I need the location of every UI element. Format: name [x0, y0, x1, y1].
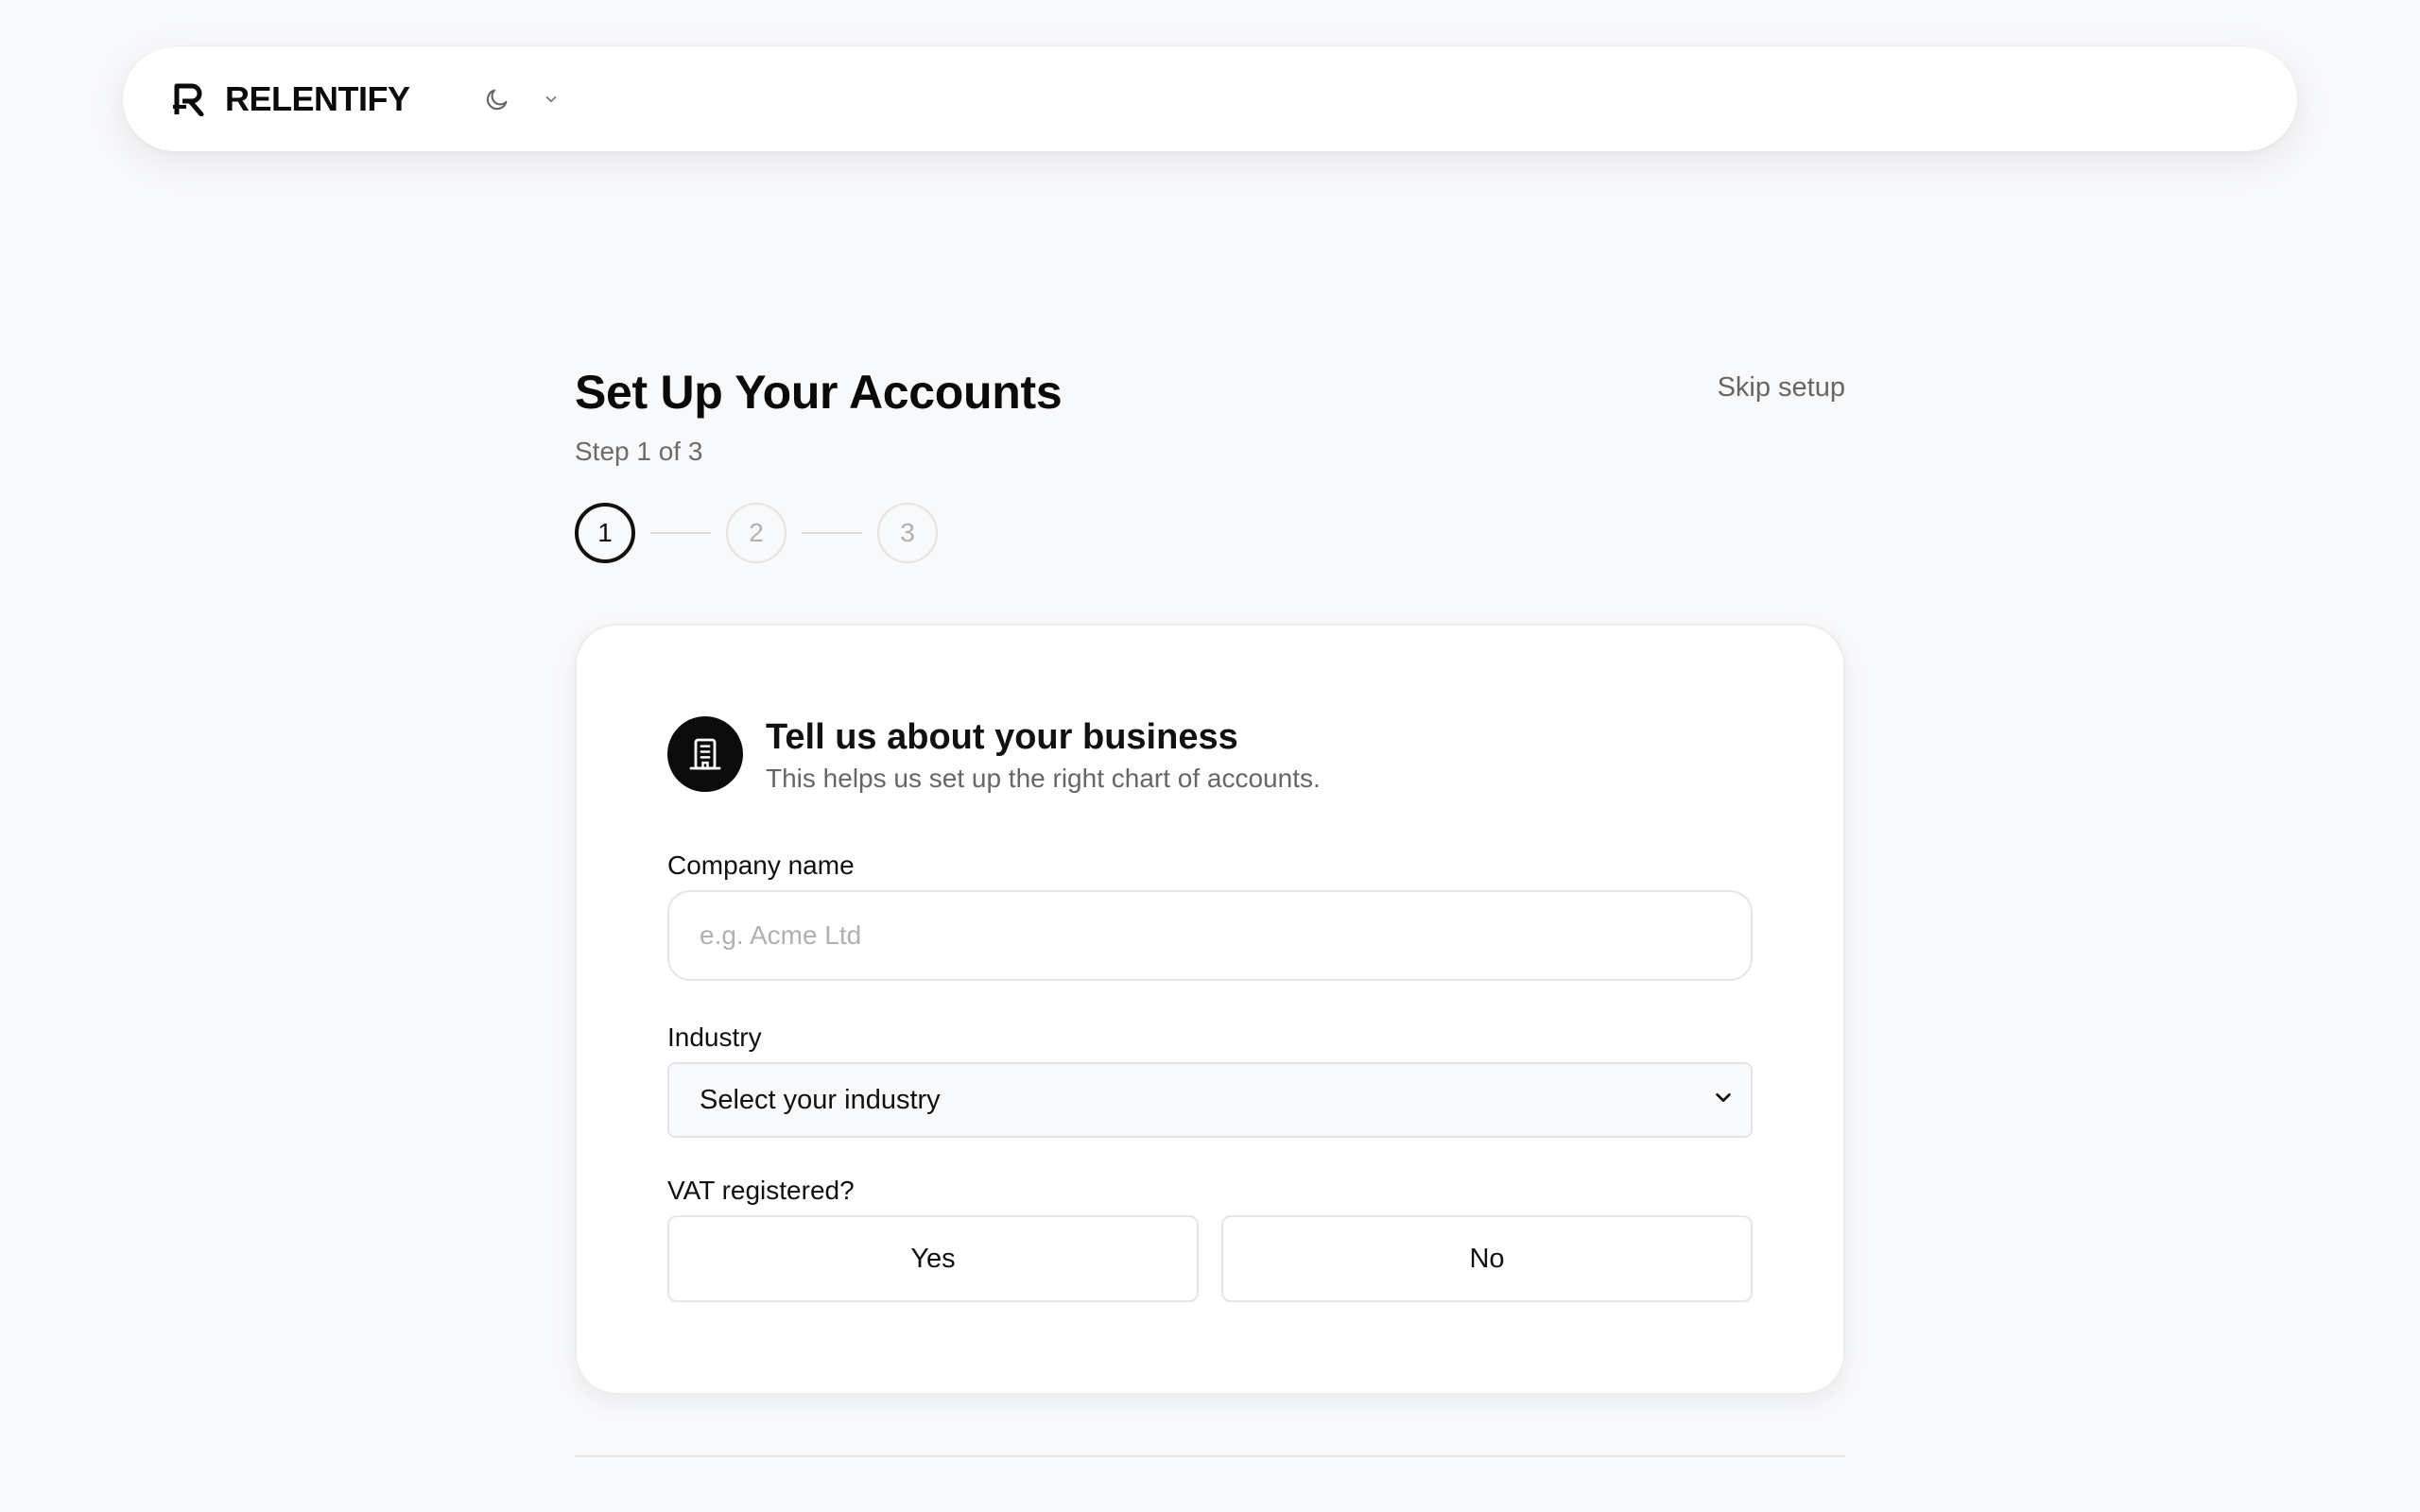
card-header: Tell us about your business This helps u…: [667, 716, 1753, 794]
vat-field: VAT registered? Yes No: [667, 1176, 1753, 1302]
industry-field: Industry Select your industry: [667, 1022, 1753, 1138]
vat-yes-button[interactable]: Yes: [667, 1215, 1199, 1302]
company-name-input[interactable]: [667, 890, 1753, 981]
top-navbar: RELENTIFY: [123, 47, 2297, 151]
stepper: 1 2 3: [575, 503, 1845, 563]
footer-divider: [575, 1455, 1845, 1457]
brand[interactable]: RELENTIFY: [172, 79, 410, 119]
industry-select[interactable]: Select your industry: [667, 1062, 1753, 1138]
company-name-label: Company name: [667, 850, 855, 880]
chevron-down-icon: [543, 91, 560, 108]
card-subtitle: This helps us set up the right chart of …: [766, 764, 1321, 793]
step-1: 1: [575, 503, 635, 563]
vat-label: VAT registered?: [667, 1176, 855, 1205]
step-indicator-text: Step 1 of 3: [575, 437, 703, 466]
step-3: 3: [877, 503, 938, 563]
relentify-logo-icon: [172, 81, 208, 117]
theme-toggle-button[interactable]: [484, 86, 560, 112]
industry-label: Industry: [667, 1022, 762, 1052]
moon-icon: [484, 86, 510, 112]
step-2: 2: [726, 503, 786, 563]
page-title: Set Up Your Accounts: [575, 366, 1063, 419]
vat-no-button[interactable]: No: [1221, 1215, 1753, 1302]
industry-select-value: Select your industry: [700, 1084, 941, 1115]
skip-setup-link[interactable]: Skip setup: [1718, 372, 1845, 404]
page-header: Set Up Your Accounts Step 1 of 3 Skip se…: [575, 359, 1845, 482]
card-title: Tell us about your business: [766, 717, 1238, 757]
brand-name: RELENTIFY: [225, 79, 410, 118]
step-connector: [650, 532, 711, 534]
step-connector: [802, 532, 862, 534]
setup-page: Set Up Your Accounts Step 1 of 3 Skip se…: [575, 359, 1845, 1457]
vat-options: Yes No: [667, 1215, 1753, 1302]
building-icon: [667, 716, 743, 792]
business-info-card: Tell us about your business This helps u…: [575, 624, 1845, 1395]
company-name-field: Company name: [667, 850, 1753, 981]
chevron-down-icon: [1713, 1088, 1734, 1113]
